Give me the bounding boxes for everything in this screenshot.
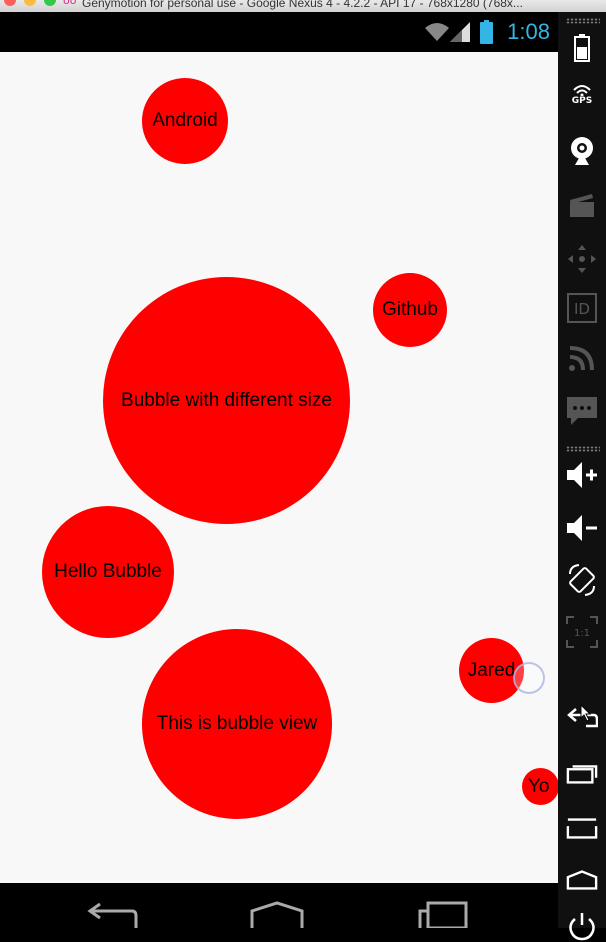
network-widget-button[interactable] [566,342,598,374]
volume-down-icon [567,515,597,541]
status-bar: 1:08 [0,12,558,52]
bubble-view-container: Android Github Bubble with different siz… [0,52,558,883]
rotate-button[interactable] [566,564,598,596]
genymotion-logo-icon: oo [63,0,77,7]
menu-icon [566,818,598,839]
window-maximize-button[interactable] [44,0,56,6]
bubble-android[interactable]: Android [142,78,228,164]
move-arrows-icon [568,245,596,273]
window-title-bar: oo Genymotion for personal use - Google … [0,0,606,12]
signal-icon [450,22,470,42]
message-bubble-icon [567,397,597,425]
rss-icon [569,346,594,371]
battery-icon [574,34,590,62]
home-button[interactable] [566,864,598,896]
battery-icon [480,20,493,44]
bubble-this-is-bubble-view[interactable]: This is bubble view [142,629,332,819]
bubble-label: Bubble with different size [121,389,332,411]
rotate-icon [569,564,595,596]
toolbar-grip-top [566,18,600,24]
genymotion-toolbar: GPS ID 1:1 [558,12,606,941]
bubble-label: Hello Bubble [54,561,162,582]
wifi-icon [425,23,449,41]
touch-indicator [513,662,545,694]
remote-control-button[interactable] [566,243,598,275]
bubble-hello[interactable]: Hello Bubble [42,506,174,638]
gps-widget-button[interactable]: GPS [566,82,598,114]
bubble-label: This is bubble view [156,713,318,734]
back-icon[interactable] [86,901,138,928]
window-minimize-button[interactable] [24,0,36,6]
scale-icon: 1:1 [566,616,598,648]
volume-down-button[interactable] [566,512,598,544]
webcam-widget-button[interactable] [566,135,598,167]
bubble-label: Github [382,299,438,320]
volume-up-button[interactable] [566,459,598,491]
navigation-bar [0,883,558,928]
screencast-widget-button[interactable] [566,189,598,221]
volume-up-icon [567,462,597,488]
recent-apps-button[interactable] [566,757,598,789]
recent-apps-icon [566,765,598,784]
sms-widget-button[interactable] [566,395,598,427]
gps-icon [573,85,591,96]
scale-label: 1:1 [574,628,590,639]
gps-label: GPS [571,96,593,106]
window-title: Genymotion for personal use - Google Nex… [82,0,523,10]
webcam-icon [571,137,593,165]
device-id-button[interactable]: ID [566,292,598,324]
toolbar-grip-middle [566,446,600,452]
recents-icon[interactable] [416,901,470,928]
bubble-label: Jared [467,659,516,681]
device-id-label: ID [574,300,590,318]
id-card-icon: ID [567,293,597,323]
bubble-yo[interactable]: Yo [522,768,558,805]
bubble-label: Android [152,110,218,131]
bubble-label: Yo [528,775,550,797]
menu-button[interactable] [566,812,598,844]
power-button[interactable] [566,910,598,942]
pixel-perfect-button[interactable]: 1:1 [566,616,598,648]
mouse-cursor-icon [580,704,592,722]
bubble-github[interactable]: Github [373,273,447,347]
status-clock: 1:08 [507,19,550,44]
window-close-button[interactable] [4,0,16,6]
power-icon [569,913,595,941]
battery-widget-button[interactable] [566,32,598,64]
home-icon[interactable] [250,901,304,928]
bubble-different-size[interactable]: Bubble with different size [103,277,350,524]
home-icon [566,870,598,890]
clapperboard-icon [570,194,594,217]
